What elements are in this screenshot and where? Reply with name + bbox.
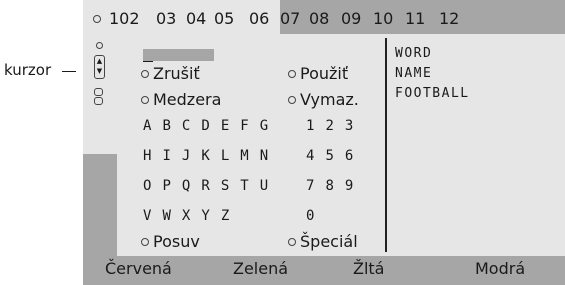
page-number-current[interactable]: 102: [109, 9, 140, 28]
page-number[interactable]: 08: [309, 9, 329, 28]
page-number[interactable]: 03: [156, 9, 176, 28]
page-number[interactable]: 04: [186, 9, 206, 28]
cursor-annotation-line: [62, 71, 76, 72]
panel-divider: [385, 38, 387, 252]
special-button[interactable]: Špeciál: [288, 232, 358, 251]
option-dot-icon: [288, 95, 296, 104]
history-item[interactable]: WORD: [395, 46, 432, 61]
cursor-arrows-icon[interactable]: ▲ ▼: [94, 55, 105, 79]
green-key-label[interactable]: Zelená: [233, 259, 288, 278]
red-key-label[interactable]: Červená: [105, 259, 172, 278]
history-item[interactable]: FOOTBALL: [395, 86, 470, 101]
page-number[interactable]: 10: [373, 9, 393, 28]
keyboard-row[interactable]: H I J K L M N: [143, 148, 269, 164]
page-number[interactable]: 05: [214, 9, 234, 28]
option-dot-icon: [141, 69, 149, 78]
page-number[interactable]: 07: [280, 9, 300, 28]
space-button[interactable]: Medzera: [141, 90, 221, 109]
page-bar-dot-icon: [93, 15, 101, 23]
text-input-field[interactable]: [143, 49, 214, 61]
digit-row[interactable]: 0: [306, 208, 316, 224]
page-number[interactable]: 09: [341, 9, 361, 28]
text-cursor: [143, 61, 153, 62]
option-dot-icon: [141, 237, 149, 246]
cursor-annotation-label: kurzor: [4, 61, 52, 79]
blue-key-label[interactable]: Modrá: [475, 259, 525, 278]
delete-button[interactable]: Vymaz.: [288, 90, 359, 109]
option-dot-icon: [288, 237, 296, 246]
keyboard-row[interactable]: V W X Y Z: [143, 208, 231, 224]
keyboard-row[interactable]: A B C D E F G: [143, 118, 269, 134]
chain-icon: [94, 88, 103, 105]
digit-row[interactable]: 1 2 3: [306, 118, 355, 134]
page-number[interactable]: 06: [249, 9, 269, 28]
yellow-key-label[interactable]: Žltá: [353, 259, 384, 278]
page-number[interactable]: 12: [439, 9, 459, 28]
option-dot-icon: [141, 95, 149, 104]
option-dot-icon: [288, 69, 296, 78]
cancel-button[interactable]: Zrušiť: [141, 64, 200, 83]
use-button[interactable]: Použiť: [288, 64, 348, 83]
digit-row[interactable]: 7 8 9: [306, 178, 355, 194]
keyboard-row[interactable]: O P Q R S T U: [143, 178, 269, 194]
page-number[interactable]: 11: [405, 9, 425, 28]
history-item[interactable]: NAME: [395, 66, 432, 81]
sidebar-dot-icon: [96, 42, 103, 49]
teletext-screen: 102 03 04 05 06 07 08 09 10 11 12 ▲ ▼ Zru…: [83, 0, 565, 285]
digit-row[interactable]: 4 5 6: [306, 148, 355, 164]
shift-button[interactable]: Posuv: [141, 232, 200, 251]
